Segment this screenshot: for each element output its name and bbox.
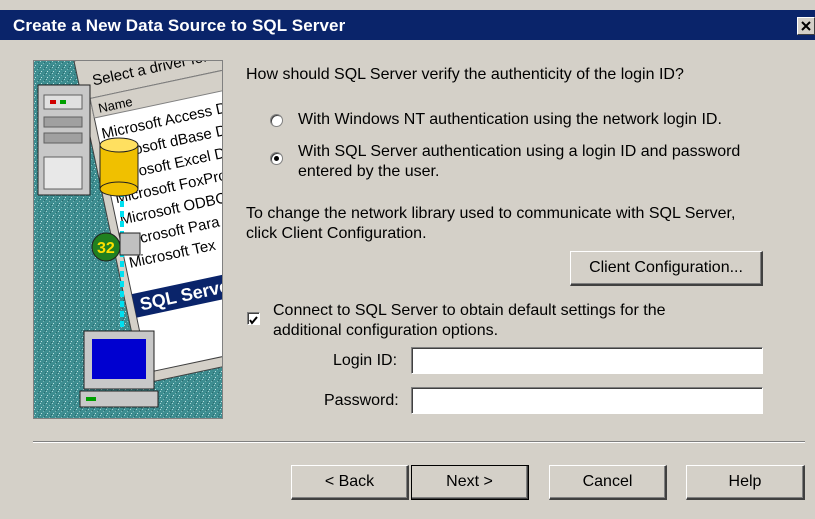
- auth-question: How should SQL Server verify the authent…: [246, 66, 684, 83]
- connect-label-line1[interactable]: Connect to SQL Server to obtain default …: [273, 302, 666, 320]
- radio-sql-auth-label-line2[interactable]: entered by the user.: [298, 163, 439, 181]
- radio-sql-auth[interactable]: [270, 152, 283, 165]
- wizard-illustration: Select a driver for Name Microsoft Acces…: [33, 60, 223, 419]
- checkmark-icon: [249, 316, 258, 325]
- title-bar[interactable]: Create a New Data Source to SQL Server: [0, 10, 815, 40]
- client-configuration-button[interactable]: Client Configuration...: [570, 251, 763, 286]
- close-icon: [801, 21, 811, 31]
- computer-icon: [79, 330, 159, 408]
- server-icon: [37, 84, 91, 196]
- database-icon: [99, 137, 139, 197]
- window-title: Create a New Data Source to SQL Server: [13, 16, 346, 35]
- connect-checkbox[interactable]: [247, 312, 260, 325]
- radio-sql-auth-label-line1[interactable]: With SQL Server authentication using a l…: [298, 143, 740, 161]
- next-button[interactable]: Next >: [411, 465, 529, 500]
- back-button[interactable]: < Back: [291, 465, 409, 500]
- cancel-button[interactable]: Cancel: [549, 465, 667, 500]
- radio-nt-auth[interactable]: [270, 114, 283, 127]
- password-input[interactable]: [411, 387, 763, 414]
- radio-nt-auth-label[interactable]: With Windows NT authentication using the…: [298, 111, 722, 129]
- svg-text:32: 32: [97, 240, 115, 257]
- divider-highlight: [33, 442, 805, 443]
- illustration-graphic: Select a driver for Name Microsoft Acces…: [34, 61, 222, 418]
- close-button[interactable]: [797, 17, 815, 35]
- radio-selected-dot: [274, 156, 279, 161]
- connect-label-line2[interactable]: additional configuration options.: [273, 322, 498, 340]
- network-info-line2: click Client Configuration.: [246, 225, 427, 242]
- login-id-input[interactable]: [411, 347, 763, 374]
- login-id-label: Login ID:: [333, 352, 398, 369]
- help-button[interactable]: Help: [686, 465, 805, 500]
- network-info-line1: To change the network library used to co…: [246, 205, 736, 222]
- dialog-window: Create a New Data Source to SQL Server S…: [0, 0, 815, 519]
- password-label: Password:: [324, 392, 399, 409]
